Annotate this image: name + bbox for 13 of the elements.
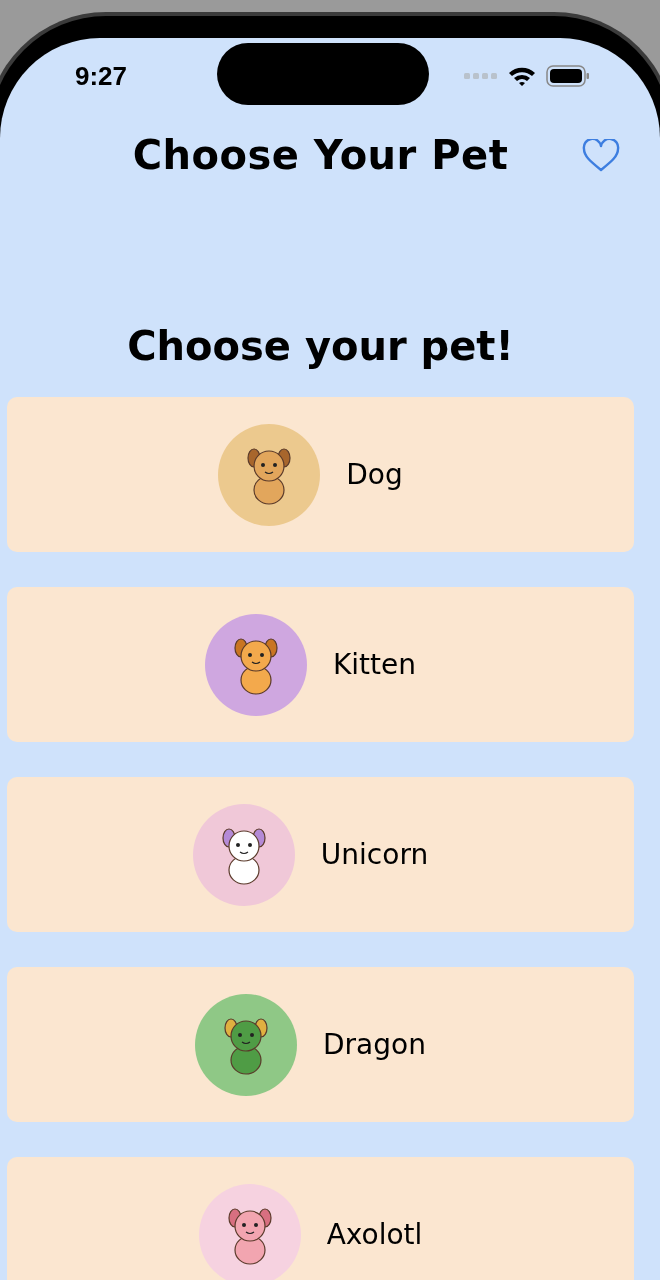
- status-time: 9:27: [75, 60, 129, 92]
- favorite-button[interactable]: [582, 138, 620, 173]
- wifi-icon: [508, 65, 536, 88]
- page-heading: Choose your pet!: [126, 323, 515, 369]
- pet-option[interactable]: Axolotl: [7, 1157, 634, 1280]
- pet-option[interactable]: Dog: [7, 397, 634, 552]
- nav-title: Choose Your Pet: [132, 131, 509, 178]
- pet-option[interactable]: Dragon: [7, 967, 634, 1122]
- pet-option[interactable]: Unicorn: [7, 777, 634, 932]
- pet-option[interactable]: Kitten: [7, 587, 634, 742]
- signal-icon: [464, 72, 498, 81]
- battery-icon: [546, 65, 590, 88]
- heart-icon: [582, 138, 620, 173]
